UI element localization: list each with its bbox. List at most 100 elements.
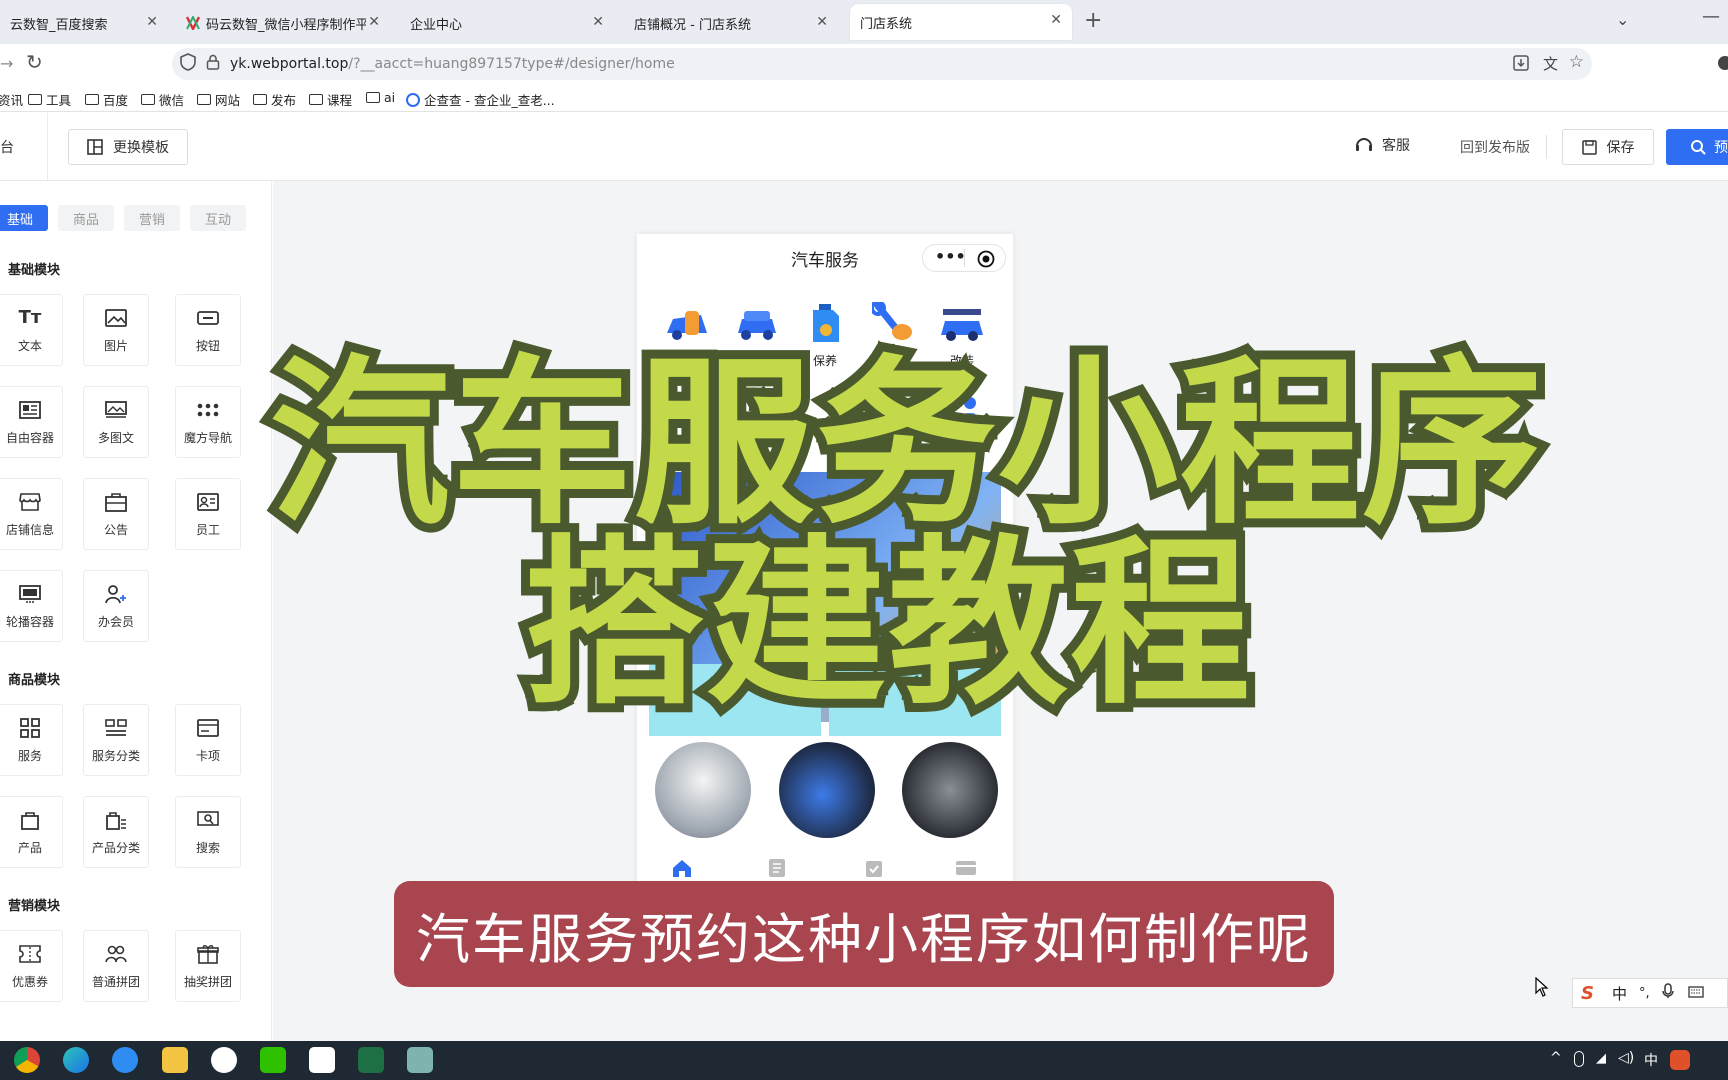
component-service[interactable]: 服务 (0, 704, 63, 776)
more-icon[interactable]: ••• (935, 247, 966, 266)
tab-interactive[interactable]: 互动 (190, 205, 246, 231)
close-icon[interactable]: ✕ (146, 14, 158, 30)
browser-app-icon[interactable] (112, 1047, 138, 1073)
component-text[interactable]: Tт 文本 (0, 294, 63, 366)
ime-toolbar[interactable]: S 中 °, (1572, 978, 1728, 1008)
tab-list-chevron-icon[interactable]: ⌄ (1616, 10, 1629, 29)
tab-basic[interactable]: 基础 (0, 205, 48, 231)
close-icon[interactable]: ✕ (816, 14, 828, 30)
divider (47, 113, 48, 181)
close-icon[interactable]: ✕ (1050, 12, 1062, 28)
component-group-buy[interactable]: 普通拼团 (83, 930, 149, 1002)
file-explorer-icon[interactable] (162, 1047, 188, 1073)
component-search[interactable]: 搜索 (175, 796, 241, 868)
bookmark-wechat[interactable]: 微信 (141, 90, 184, 109)
star-icon[interactable]: ☆ (1569, 52, 1584, 72)
translate-icon[interactable]: 文 (1543, 53, 1558, 74)
tray-sogou-icon[interactable] (1670, 1050, 1690, 1070)
bottom-nav-home-icon[interactable] (671, 858, 693, 882)
reload-icon[interactable]: ↻ (26, 50, 43, 74)
address-bar[interactable]: yk.webportal.top/?__aacct=huang897157typ… (172, 48, 1592, 80)
edge-icon[interactable] (63, 1047, 89, 1073)
container-icon (19, 399, 41, 421)
bookmark-ai[interactable]: ai (366, 90, 395, 105)
excel-icon[interactable] (358, 1047, 384, 1073)
tray-microphone-icon[interactable] (1574, 1051, 1584, 1067)
new-tab-button[interactable]: + (1084, 8, 1102, 33)
tab-store-system[interactable]: 门店系统 ✕ (850, 4, 1072, 40)
bottom-nav-list-icon[interactable] (768, 858, 786, 882)
back-to-release-button[interactable]: 回到发布版 (1460, 137, 1530, 157)
overlay-title-line1: 汽车服务小程序 (261, 336, 1551, 554)
component-magic-nav[interactable]: 魔方导航 (175, 386, 241, 458)
tray-clock[interactable] (1712, 1045, 1728, 1075)
capsule-menu[interactable]: ••• (922, 244, 1006, 272)
tray-chevron-up-icon[interactable]: ^ (1550, 1050, 1562, 1066)
tray-network-icon[interactable]: ◢ (1596, 1051, 1606, 1066)
component-button[interactable]: 按钮 (175, 294, 241, 366)
component-coupon[interactable]: 优惠券 (0, 930, 63, 1002)
bookmark-website[interactable]: 网站 (197, 90, 240, 109)
notes-app-icon[interactable] (407, 1047, 433, 1073)
component-product[interactable]: 产品 (0, 796, 63, 868)
chrome-icon[interactable] (14, 1047, 40, 1073)
tab-marketing[interactable]: 营销 (124, 205, 180, 231)
component-service-category[interactable]: 服务分类 (83, 704, 149, 776)
component-staff[interactable]: 员工 (175, 478, 241, 550)
qq-icon[interactable] (211, 1047, 237, 1073)
close-icon[interactable]: ✕ (368, 14, 380, 30)
save-label: 保存 (1606, 140, 1635, 156)
forward-icon[interactable]: → (0, 54, 13, 73)
component-store-info[interactable]: 店铺信息 (0, 478, 63, 550)
component-multi-image-text[interactable]: 多图文 (83, 386, 149, 458)
keyboard-icon[interactable] (1687, 984, 1704, 1002)
tray-ime-indicator[interactable]: 中 (1644, 1050, 1658, 1070)
id-card-icon (197, 491, 219, 513)
bookmark-publish[interactable]: 发布 (253, 90, 296, 109)
tray-volume-icon[interactable]: ◁) (1618, 1050, 1634, 1066)
save-button[interactable]: 保存 (1562, 129, 1654, 165)
service-photo-wash[interactable] (779, 742, 875, 838)
bottom-nav-card-icon[interactable] (955, 860, 977, 880)
bookmark-qichacha[interactable]: 企查查 - 查企业_查老... (406, 90, 555, 109)
app-icon[interactable] (309, 1047, 335, 1073)
service-photo-engine[interactable] (902, 742, 998, 838)
tab-baidu-search[interactable]: 云数智_百度搜索 ✕ (0, 6, 168, 40)
component-carousel[interactable]: 轮播容器 (0, 570, 63, 642)
bottom-nav-order-icon[interactable] (865, 858, 883, 882)
lock-icon[interactable] (206, 54, 220, 74)
shield-icon[interactable] (180, 53, 196, 75)
wechat-icon[interactable] (260, 1047, 286, 1073)
customer-service-button[interactable]: 客服 (1354, 135, 1410, 155)
close-mini-program-icon[interactable] (977, 250, 995, 272)
minimize-button[interactable]: — (1702, 6, 1720, 27)
tab-store-overview[interactable]: 店铺概况 - 门店系统 ✕ (624, 6, 838, 40)
component-image[interactable]: 图片 (83, 294, 149, 366)
bookmark-tools[interactable]: 工具 (28, 90, 71, 109)
component-product-category[interactable]: 产品分类 (83, 796, 149, 868)
bookmark-course[interactable]: 课程 (309, 90, 352, 109)
tab-mayun-platform[interactable]: 码云数智_微信小程序制作平台_ ✕ (176, 6, 390, 40)
component-notice[interactable]: 公告 (83, 478, 149, 550)
preview-button[interactable]: 预 (1666, 129, 1728, 165)
close-icon[interactable]: ✕ (592, 14, 604, 30)
service-photo-lift[interactable] (655, 742, 751, 838)
change-template-button[interactable]: 更换模板 (68, 129, 188, 165)
bookmark-news[interactable]: 资讯 (0, 90, 23, 109)
bookmark-baidu[interactable]: 百度 (85, 90, 128, 109)
component-free-container[interactable]: 自由容器 (0, 386, 63, 458)
component-card-item[interactable]: 卡项 (175, 704, 241, 776)
download-icon[interactable] (1512, 54, 1530, 76)
carousel-icon (19, 583, 41, 605)
sogou-logo-icon[interactable]: S (1581, 983, 1594, 1004)
tab-enterprise-center[interactable]: 企业中心 ✕ (400, 6, 614, 40)
account-icon[interactable] (1718, 56, 1728, 70)
component-lottery-group[interactable]: 抽奖拼团 (175, 930, 241, 1002)
component-membership[interactable]: 办会员 (83, 570, 149, 642)
ime-language-toggle[interactable]: 中 (1612, 983, 1627, 1004)
mayun-logo-icon (185, 14, 201, 32)
tab-goods[interactable]: 商品 (58, 205, 114, 231)
punctuation-icon[interactable]: °, (1639, 986, 1650, 1001)
bag-list-icon (105, 809, 127, 831)
microphone-icon[interactable] (1661, 983, 1674, 1003)
